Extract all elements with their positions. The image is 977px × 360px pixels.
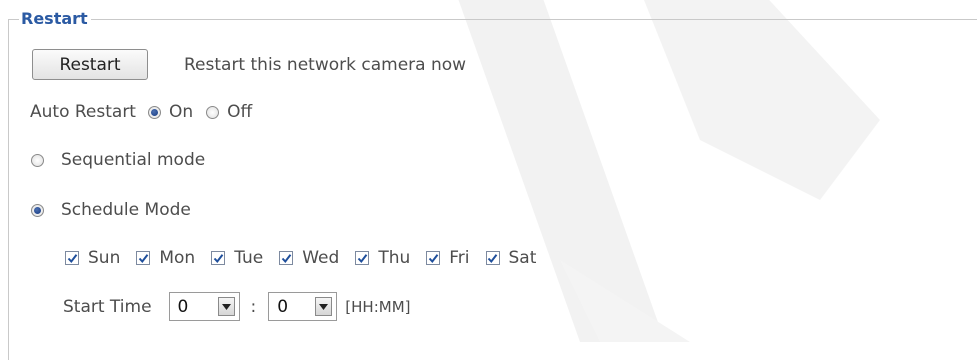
day-thu-checkbox[interactable] xyxy=(355,251,370,265)
schedule-mode-label: Schedule Mode xyxy=(61,200,191,220)
day-fri: Fri xyxy=(426,248,470,268)
checkmark-icon xyxy=(213,253,223,263)
day-sat-checkbox[interactable] xyxy=(485,251,500,265)
restart-description: Restart this network camera now xyxy=(184,54,467,75)
time-separator: : xyxy=(250,296,257,317)
auto-restart-row: Auto Restart On Off xyxy=(30,102,252,122)
day-mon: Mon xyxy=(136,248,195,268)
day-tue-label: Tue xyxy=(234,248,264,268)
day-fri-label: Fri xyxy=(449,248,470,268)
sequential-mode-radio[interactable] xyxy=(31,153,44,167)
day-thu: Thu xyxy=(355,248,410,268)
day-tue: Tue xyxy=(211,248,263,268)
day-wed-label: Wed xyxy=(302,248,340,268)
auto-restart-label: Auto Restart xyxy=(30,102,136,122)
start-time-row: Start Time 0 : 0 [HH:MM] xyxy=(63,292,410,321)
checkmark-icon xyxy=(357,253,368,263)
time-format-hint: [HH:MM] xyxy=(345,297,411,316)
day-sun: Sun xyxy=(65,248,120,268)
chevron-down-icon[interactable] xyxy=(217,297,235,316)
checkmark-icon xyxy=(428,253,439,263)
days-row: Sun Mon Tue Wed Thu Fri Sat xyxy=(65,248,536,268)
restart-row: Restart Restart this network camera now xyxy=(32,49,466,80)
day-sun-label: Sun xyxy=(88,248,121,268)
auto-restart-on-label: On xyxy=(168,102,194,122)
checkmark-icon xyxy=(487,253,498,263)
sequential-mode-row: Sequential mode xyxy=(31,150,205,170)
day-wed: Wed xyxy=(279,248,339,268)
auto-restart-off-radio[interactable] xyxy=(206,105,220,119)
schedule-mode-row: Schedule Mode xyxy=(31,200,191,220)
checkmark-icon xyxy=(281,253,292,263)
chevron-down-icon[interactable] xyxy=(315,297,333,316)
hour-select[interactable]: 0 xyxy=(168,292,240,321)
restart-button[interactable]: Restart xyxy=(32,49,148,80)
checkmark-icon xyxy=(67,253,77,263)
minute-select[interactable]: 0 xyxy=(268,292,338,321)
sequential-mode-label: Sequential mode xyxy=(61,150,206,170)
day-sun-checkbox[interactable] xyxy=(65,251,79,265)
section-legend: Restart xyxy=(19,8,91,30)
day-sat: Sat xyxy=(485,248,537,268)
start-time-label: Start Time xyxy=(63,296,152,317)
day-fri-checkbox[interactable] xyxy=(426,251,441,265)
hour-value: 0 xyxy=(177,296,189,317)
day-tue-checkbox[interactable] xyxy=(211,251,226,265)
day-wed-checkbox[interactable] xyxy=(279,251,294,265)
auto-restart-off-label: Off xyxy=(227,102,253,122)
day-thu-label: Thu xyxy=(378,248,411,268)
checkmark-icon xyxy=(138,253,149,263)
day-mon-label: Mon xyxy=(159,248,196,268)
minute-value: 0 xyxy=(277,296,289,317)
day-sat-label: Sat xyxy=(508,248,537,268)
auto-restart-on-radio[interactable] xyxy=(147,105,161,119)
day-mon-checkbox[interactable] xyxy=(136,251,151,265)
schedule-mode-radio[interactable] xyxy=(31,203,44,217)
